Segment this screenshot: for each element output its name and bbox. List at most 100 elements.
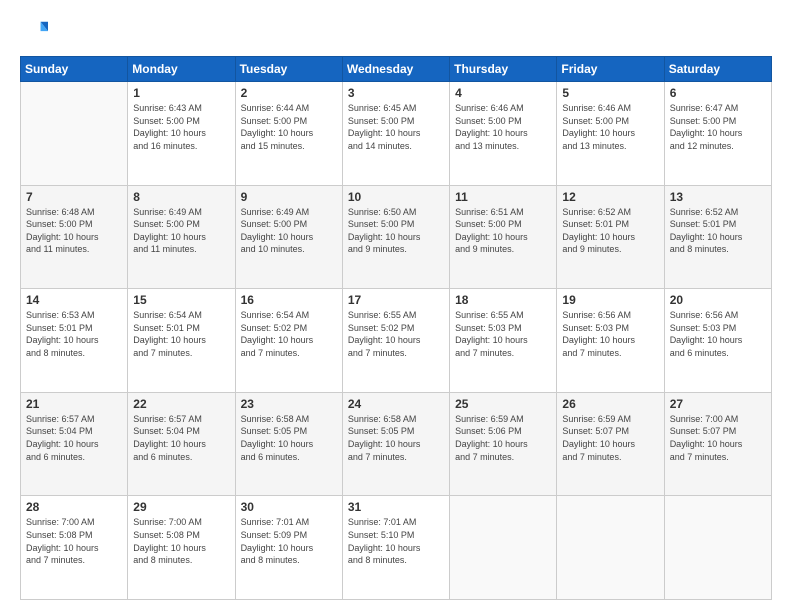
- weekday-monday: Monday: [128, 57, 235, 82]
- day-info: Sunrise: 6:44 AM Sunset: 5:00 PM Dayligh…: [241, 102, 337, 152]
- page: SundayMondayTuesdayWednesdayThursdayFrid…: [0, 0, 792, 612]
- day-number: 9: [241, 190, 337, 204]
- day-number: 30: [241, 500, 337, 514]
- day-number: 26: [562, 397, 658, 411]
- day-number: 18: [455, 293, 551, 307]
- calendar-table: SundayMondayTuesdayWednesdayThursdayFrid…: [20, 56, 772, 600]
- weekday-thursday: Thursday: [450, 57, 557, 82]
- calendar-cell: 15 Sunrise: 6:54 AM Sunset: 5:01 PM Dayli…: [128, 289, 235, 393]
- day-info: Sunrise: 7:00 AM Sunset: 5:08 PM Dayligh…: [133, 516, 229, 566]
- day-number: 5: [562, 86, 658, 100]
- day-info: Sunrise: 6:43 AM Sunset: 5:00 PM Dayligh…: [133, 102, 229, 152]
- day-number: 29: [133, 500, 229, 514]
- day-number: 1: [133, 86, 229, 100]
- day-number: 16: [241, 293, 337, 307]
- calendar-week-row: 14 Sunrise: 6:53 AM Sunset: 5:01 PM Dayli…: [21, 289, 772, 393]
- day-info: Sunrise: 6:49 AM Sunset: 5:00 PM Dayligh…: [133, 206, 229, 256]
- day-info: Sunrise: 6:58 AM Sunset: 5:05 PM Dayligh…: [348, 413, 444, 463]
- day-info: Sunrise: 6:54 AM Sunset: 5:01 PM Dayligh…: [133, 309, 229, 359]
- day-number: 7: [26, 190, 122, 204]
- calendar-cell: 2 Sunrise: 6:44 AM Sunset: 5:00 PM Daylig…: [235, 82, 342, 186]
- logo-icon: [20, 18, 48, 46]
- calendar-cell: 28 Sunrise: 7:00 AM Sunset: 5:08 PM Dayli…: [21, 496, 128, 600]
- day-info: Sunrise: 6:55 AM Sunset: 5:03 PM Dayligh…: [455, 309, 551, 359]
- calendar-cell: 11 Sunrise: 6:51 AM Sunset: 5:00 PM Dayli…: [450, 185, 557, 289]
- day-number: 28: [26, 500, 122, 514]
- calendar-cell: 17 Sunrise: 6:55 AM Sunset: 5:02 PM Dayli…: [342, 289, 449, 393]
- day-number: 17: [348, 293, 444, 307]
- day-info: Sunrise: 6:50 AM Sunset: 5:00 PM Dayligh…: [348, 206, 444, 256]
- day-number: 15: [133, 293, 229, 307]
- day-info: Sunrise: 6:46 AM Sunset: 5:00 PM Dayligh…: [562, 102, 658, 152]
- weekday-friday: Friday: [557, 57, 664, 82]
- calendar-cell: 27Sunrise: 7:00 AM Sunset: 5:07 PM Dayli…: [664, 392, 771, 496]
- calendar-week-row: 21 Sunrise: 6:57 AM Sunset: 5:04 PM Dayli…: [21, 392, 772, 496]
- day-number: 8: [133, 190, 229, 204]
- calendar-cell: 26 Sunrise: 6:59 AM Sunset: 5:07 PM Dayli…: [557, 392, 664, 496]
- day-info: Sunrise: 6:56 AM Sunset: 5:03 PM Dayligh…: [670, 309, 766, 359]
- calendar-cell: 25Sunrise: 6:59 AM Sunset: 5:06 PM Dayli…: [450, 392, 557, 496]
- header: [20, 18, 772, 46]
- day-number: 4: [455, 86, 551, 100]
- day-info: Sunrise: 6:57 AM Sunset: 5:04 PM Dayligh…: [26, 413, 122, 463]
- day-number: 14: [26, 293, 122, 307]
- day-number: 11: [455, 190, 551, 204]
- day-info: Sunrise: 6:45 AM Sunset: 5:00 PM Dayligh…: [348, 102, 444, 152]
- day-number: 23: [241, 397, 337, 411]
- day-number: 31: [348, 500, 444, 514]
- weekday-sunday: Sunday: [21, 57, 128, 82]
- day-info: Sunrise: 7:01 AM Sunset: 5:10 PM Dayligh…: [348, 516, 444, 566]
- day-info: Sunrise: 6:59 AM Sunset: 5:07 PM Dayligh…: [562, 413, 658, 463]
- calendar-week-row: 28 Sunrise: 7:00 AM Sunset: 5:08 PM Dayli…: [21, 496, 772, 600]
- day-info: Sunrise: 6:46 AM Sunset: 5:00 PM Dayligh…: [455, 102, 551, 152]
- calendar-cell: 6 Sunrise: 6:47 AM Sunset: 5:00 PM Daylig…: [664, 82, 771, 186]
- calendar-cell: [21, 82, 128, 186]
- day-info: Sunrise: 6:58 AM Sunset: 5:05 PM Dayligh…: [241, 413, 337, 463]
- day-number: 3: [348, 86, 444, 100]
- day-info: Sunrise: 6:52 AM Sunset: 5:01 PM Dayligh…: [562, 206, 658, 256]
- day-info: Sunrise: 6:59 AM Sunset: 5:06 PM Dayligh…: [455, 413, 551, 463]
- calendar-cell: 7 Sunrise: 6:48 AM Sunset: 5:00 PM Daylig…: [21, 185, 128, 289]
- calendar-cell: 10 Sunrise: 6:50 AM Sunset: 5:00 PM Dayli…: [342, 185, 449, 289]
- calendar-cell: 16 Sunrise: 6:54 AM Sunset: 5:02 PM Dayli…: [235, 289, 342, 393]
- calendar-cell: 19 Sunrise: 6:56 AM Sunset: 5:03 PM Dayli…: [557, 289, 664, 393]
- day-number: 19: [562, 293, 658, 307]
- day-info: Sunrise: 6:48 AM Sunset: 5:00 PM Dayligh…: [26, 206, 122, 256]
- calendar-week-row: 1 Sunrise: 6:43 AM Sunset: 5:00 PM Daylig…: [21, 82, 772, 186]
- weekday-tuesday: Tuesday: [235, 57, 342, 82]
- calendar-cell: 5 Sunrise: 6:46 AM Sunset: 5:00 PM Daylig…: [557, 82, 664, 186]
- day-info: Sunrise: 6:54 AM Sunset: 5:02 PM Dayligh…: [241, 309, 337, 359]
- day-info: Sunrise: 6:49 AM Sunset: 5:00 PM Dayligh…: [241, 206, 337, 256]
- calendar-cell: 23 Sunrise: 6:58 AM Sunset: 5:05 PM Dayli…: [235, 392, 342, 496]
- day-info: Sunrise: 6:56 AM Sunset: 5:03 PM Dayligh…: [562, 309, 658, 359]
- calendar-cell: 12Sunrise: 6:52 AM Sunset: 5:01 PM Dayli…: [557, 185, 664, 289]
- day-info: Sunrise: 6:57 AM Sunset: 5:04 PM Dayligh…: [133, 413, 229, 463]
- day-number: 20: [670, 293, 766, 307]
- calendar-cell: 8 Sunrise: 6:49 AM Sunset: 5:00 PM Daylig…: [128, 185, 235, 289]
- day-number: 10: [348, 190, 444, 204]
- calendar-cell: 4 Sunrise: 6:46 AM Sunset: 5:00 PM Daylig…: [450, 82, 557, 186]
- day-number: 22: [133, 397, 229, 411]
- calendar-cell: 3 Sunrise: 6:45 AM Sunset: 5:00 PM Daylig…: [342, 82, 449, 186]
- calendar-cell: [557, 496, 664, 600]
- day-number: 21: [26, 397, 122, 411]
- calendar-cell: 21 Sunrise: 6:57 AM Sunset: 5:04 PM Dayli…: [21, 392, 128, 496]
- weekday-wednesday: Wednesday: [342, 57, 449, 82]
- logo: [20, 18, 52, 46]
- day-number: 6: [670, 86, 766, 100]
- day-number: 2: [241, 86, 337, 100]
- day-info: Sunrise: 7:00 AM Sunset: 5:08 PM Dayligh…: [26, 516, 122, 566]
- day-info: Sunrise: 6:47 AM Sunset: 5:00 PM Dayligh…: [670, 102, 766, 152]
- calendar-cell: 14 Sunrise: 6:53 AM Sunset: 5:01 PM Dayli…: [21, 289, 128, 393]
- weekday-saturday: Saturday: [664, 57, 771, 82]
- day-info: Sunrise: 7:01 AM Sunset: 5:09 PM Dayligh…: [241, 516, 337, 566]
- calendar-cell: [664, 496, 771, 600]
- calendar-cell: 29 Sunrise: 7:00 AM Sunset: 5:08 PM Dayli…: [128, 496, 235, 600]
- day-info: Sunrise: 6:53 AM Sunset: 5:01 PM Dayligh…: [26, 309, 122, 359]
- calendar-week-row: 7 Sunrise: 6:48 AM Sunset: 5:00 PM Daylig…: [21, 185, 772, 289]
- day-info: Sunrise: 6:55 AM Sunset: 5:02 PM Dayligh…: [348, 309, 444, 359]
- day-number: 13: [670, 190, 766, 204]
- day-info: Sunrise: 6:51 AM Sunset: 5:00 PM Dayligh…: [455, 206, 551, 256]
- calendar-cell: [450, 496, 557, 600]
- day-number: 24: [348, 397, 444, 411]
